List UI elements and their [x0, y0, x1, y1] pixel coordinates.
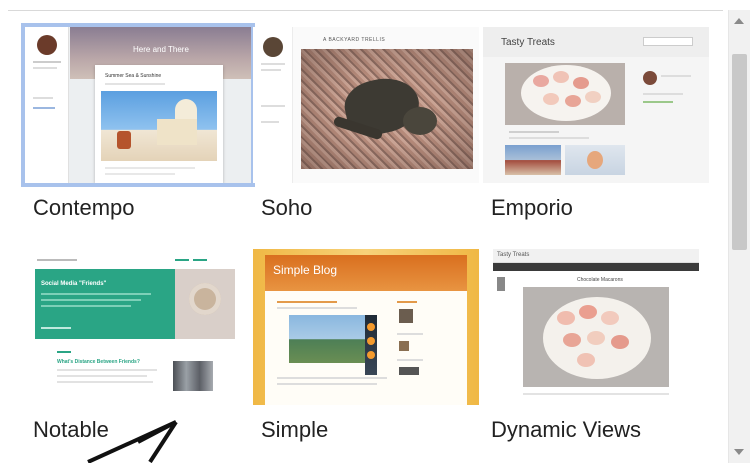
scroll-up-arrow-icon[interactable]: [734, 18, 744, 24]
preview-blog-title: Simple Blog: [273, 263, 338, 277]
theme-gallery: Here and There Summer Sea & Sunshine Con…: [0, 0, 750, 463]
theme-thumbnail-contempo[interactable]: Here and There Summer Sea & Sunshine: [21, 23, 255, 187]
theme-label-emporio[interactable]: Emporio: [491, 195, 573, 221]
preview-blog-title: Here and There: [133, 45, 189, 54]
theme-thumbnail-dynamic-views[interactable]: Tasty Treats Chocolate Macarons: [483, 249, 709, 405]
theme-card-dynamic-views[interactable]: Tasty Treats Chocolate Macarons Dynamic …: [483, 249, 709, 442]
preview-post-heading: Chocolate Macarons: [577, 277, 623, 283]
theme-thumbnail-notable[interactable]: Social Media "Friends" What's Distance B…: [25, 249, 251, 405]
theme-card-notable[interactable]: Social Media "Friends" What's Distance B…: [25, 249, 251, 442]
theme-label-simple[interactable]: Simple: [261, 417, 328, 443]
scroll-down-arrow-icon[interactable]: [734, 449, 744, 455]
theme-card-soho[interactable]: A BACKYARD TRELLIS Soho: [253, 27, 479, 220]
annotation-arrow: [87, 420, 178, 463]
preview-post-title: Social Media "Friends": [41, 281, 107, 287]
theme-thumbnail-emporio[interactable]: Tasty Treats: [483, 27, 709, 183]
theme-thumbnail-simple[interactable]: Simple Blog: [253, 249, 479, 405]
vertical-scrollbar[interactable]: [728, 10, 750, 463]
theme-label-contempo[interactable]: Contempo: [33, 195, 135, 221]
theme-card-simple[interactable]: Simple Blog Simple: [253, 249, 479, 442]
scrollbar-thumb[interactable]: [732, 54, 747, 250]
theme-thumbnail-soho[interactable]: A BACKYARD TRELLIS: [253, 27, 479, 183]
theme-card-contempo[interactable]: Here and There Summer Sea & Sunshine Con…: [21, 23, 255, 220]
theme-label-dynamic-views[interactable]: Dynamic Views: [491, 417, 641, 443]
preview-post-title: Summer Sea & Sunshine: [105, 73, 162, 79]
top-divider: [8, 10, 723, 11]
preview-blog-title: Tasty Treats: [497, 252, 530, 258]
theme-label-soho[interactable]: Soho: [261, 195, 312, 221]
theme-card-emporio[interactable]: Tasty Treats Emporio: [483, 27, 709, 220]
preview-post-heading: What's Distance Between Friends?: [57, 359, 140, 365]
preview-blog-title: Tasty Treats: [501, 37, 555, 48]
preview-blog-title: A BACKYARD TRELLIS: [323, 37, 386, 43]
